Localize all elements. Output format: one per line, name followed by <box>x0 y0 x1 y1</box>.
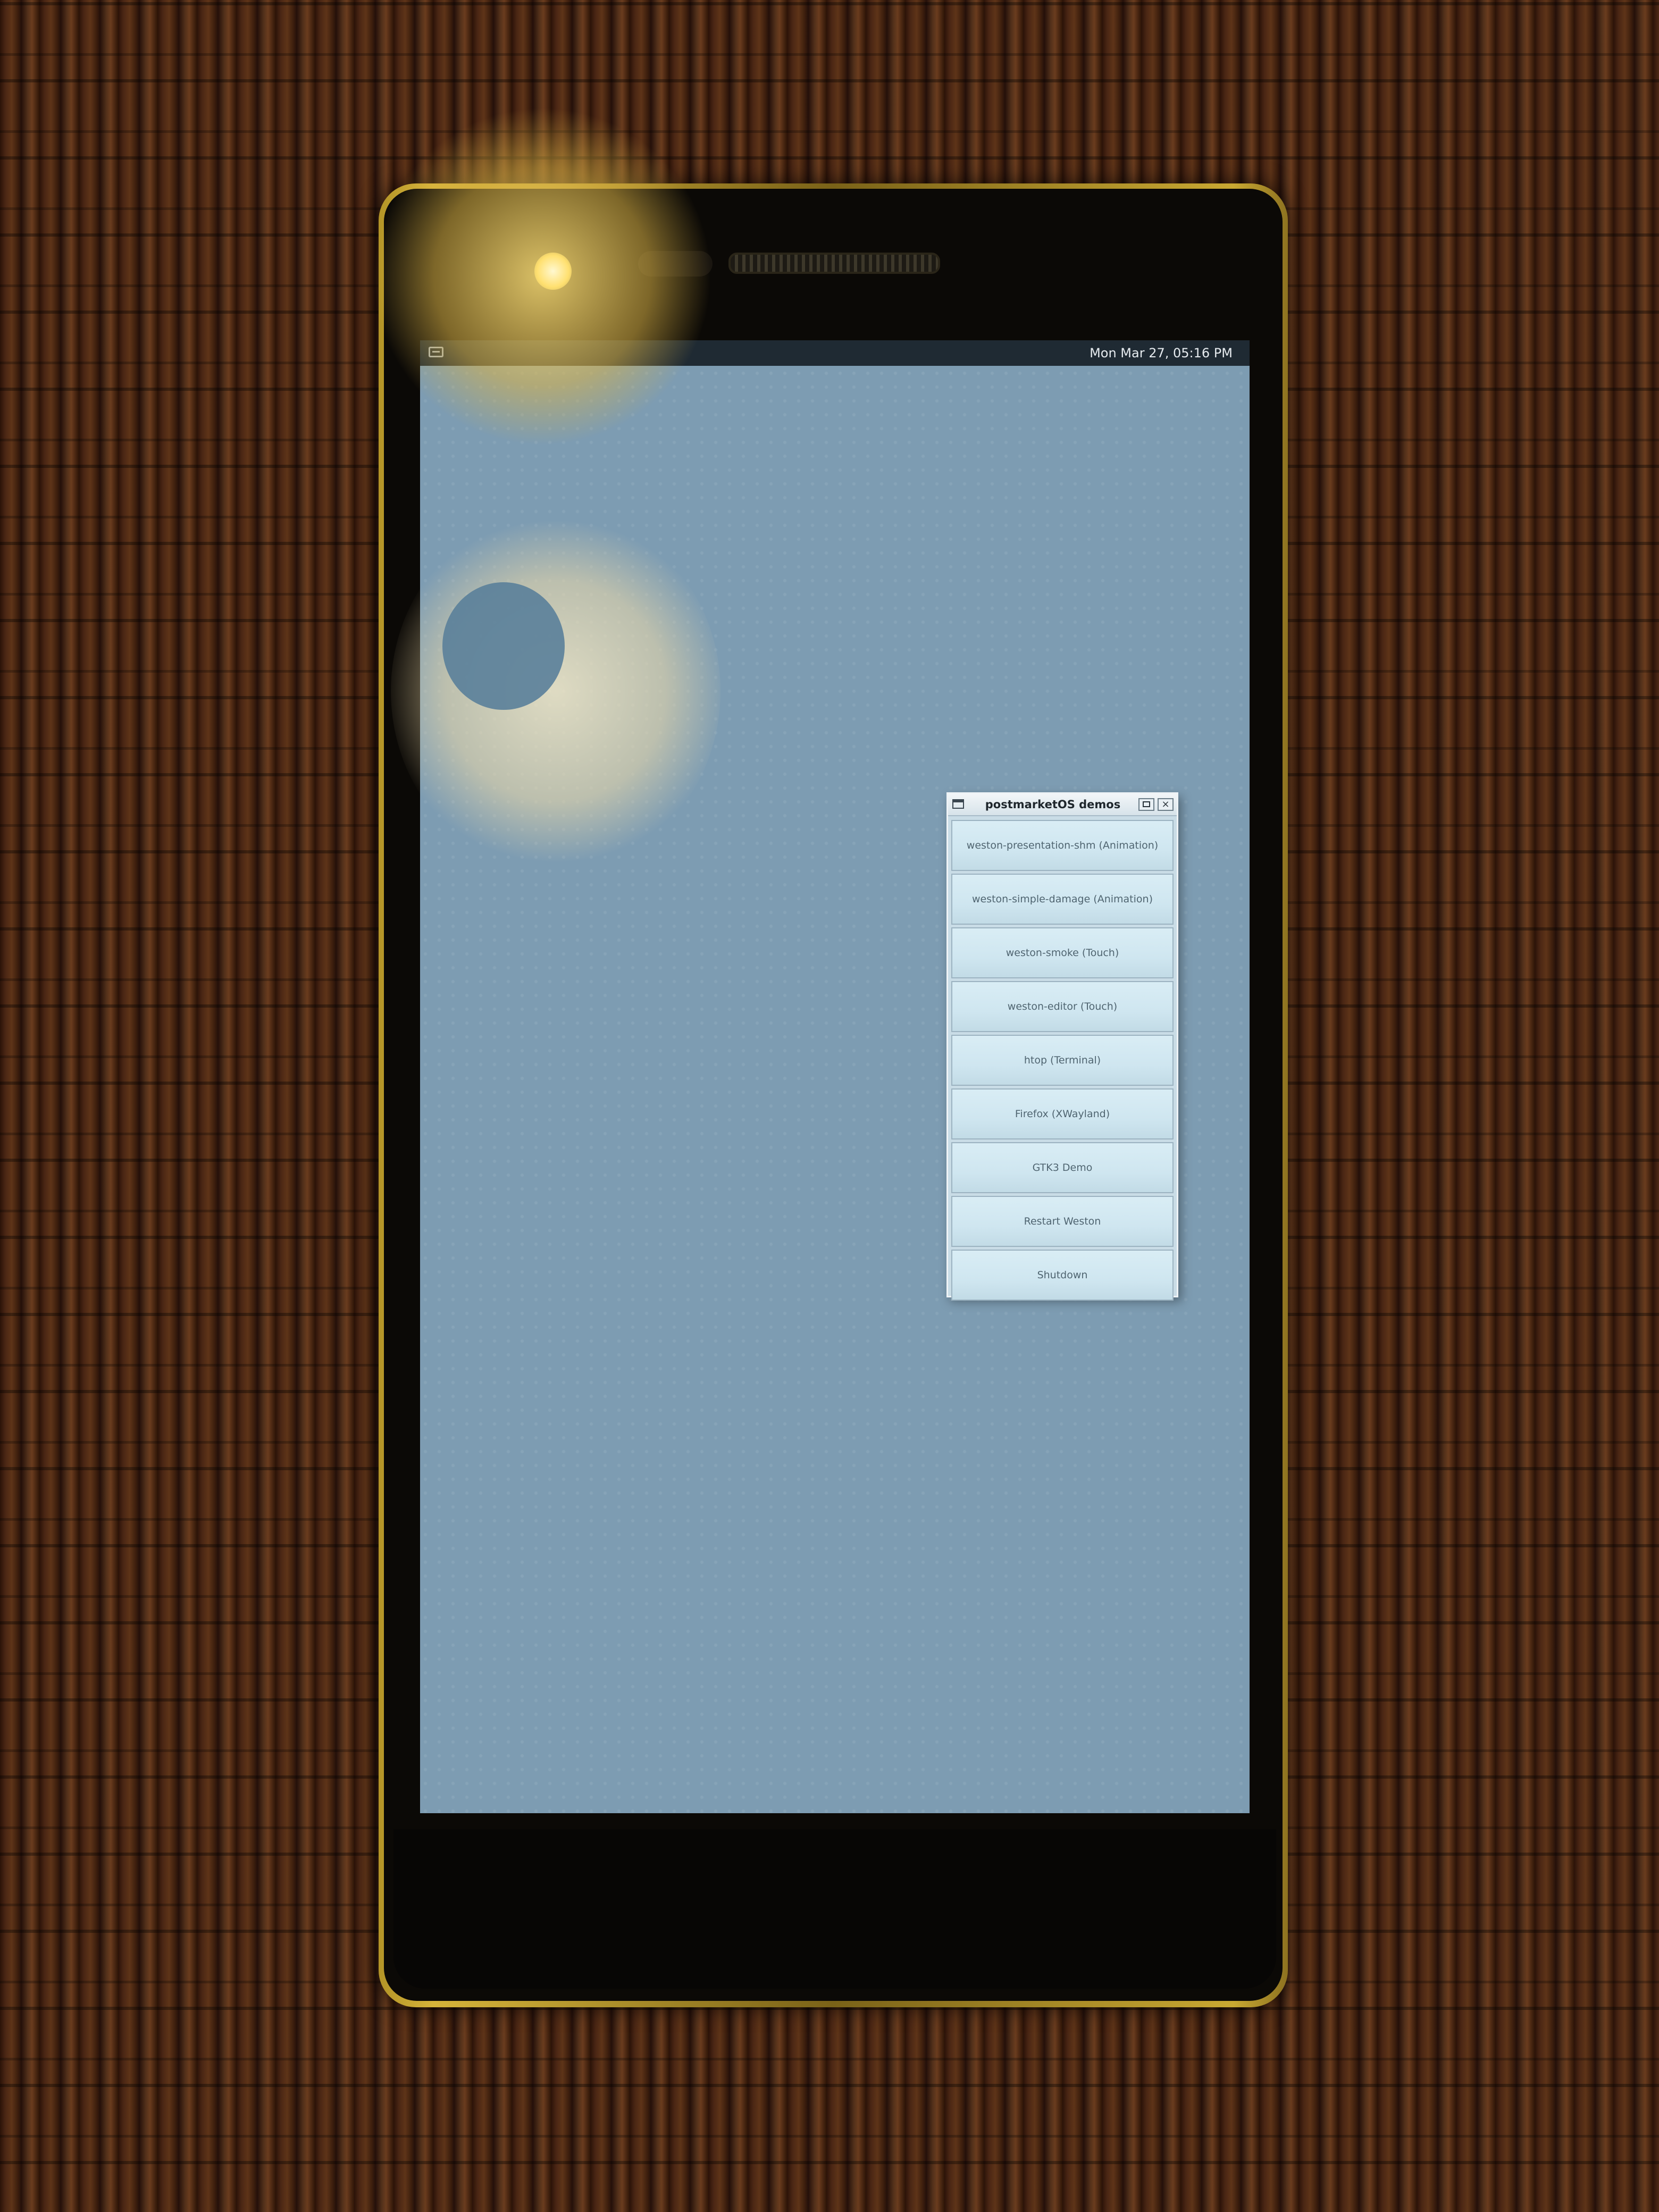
earpiece-speaker <box>728 253 940 274</box>
phone-screen: Mon Mar 27, 05:16 PM postmarketOS demos … <box>420 340 1250 1813</box>
weston-smoke-button[interactable]: weston-smoke (Touch) <box>951 927 1174 978</box>
close-icon[interactable]: × <box>1158 798 1174 811</box>
window-menu-icon[interactable] <box>952 799 964 809</box>
firefox-button[interactable]: Firefox (XWayland) <box>951 1088 1174 1139</box>
demos-window: postmarketOS demos × weston-presentation… <box>946 792 1178 1301</box>
panel-clock: Mon Mar 27, 05:16 PM <box>1090 346 1233 361</box>
window-titlebar[interactable]: postmarketOS demos × <box>948 794 1177 816</box>
restart-weston-button[interactable]: Restart Weston <box>951 1196 1174 1247</box>
top-panel: Mon Mar 27, 05:16 PM <box>420 340 1250 366</box>
weston-simple-damage-button[interactable]: weston-simple-damage (Animation) <box>951 874 1174 925</box>
window-title: postmarketOS demos <box>985 798 1121 811</box>
htop-button[interactable]: htop (Terminal) <box>951 1035 1174 1086</box>
maximize-icon[interactable] <box>1138 798 1154 811</box>
proximity-sensor <box>638 251 713 276</box>
gtk3-demo-button[interactable]: GTK3 Demo <box>951 1142 1174 1193</box>
weston-presentation-shm-button[interactable]: weston-presentation-shm (Animation) <box>951 820 1174 871</box>
phone-bottom-bezel <box>393 1829 1276 1989</box>
shutdown-button[interactable]: Shutdown <box>951 1250 1174 1301</box>
demo-button-list: weston-presentation-shm (Animation) west… <box>948 816 1177 1304</box>
weston-editor-button[interactable]: weston-editor (Touch) <box>951 981 1174 1032</box>
terminal-icon[interactable] <box>429 347 443 357</box>
